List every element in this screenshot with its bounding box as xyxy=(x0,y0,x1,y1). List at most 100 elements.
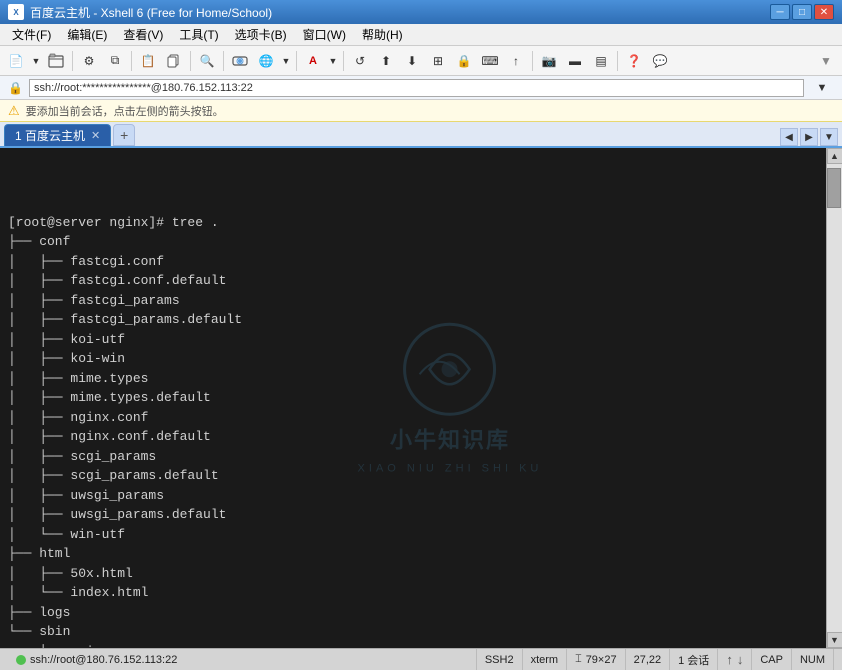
copy-button[interactable]: ⧉ xyxy=(103,49,127,73)
scrollbar-thumb[interactable] xyxy=(827,168,841,208)
tab-prev-button[interactable]: ◀ xyxy=(780,128,798,146)
status-position: 27,22 xyxy=(626,649,671,670)
terminal-line: │ ├── uwsgi_params.default xyxy=(8,505,818,525)
terminal-line: │ ├── fastcgi_params xyxy=(8,291,818,311)
tab-bar: 1 百度云主机 ✕ + ◀ ▶ ▼ xyxy=(0,122,842,148)
up-arrow-icon[interactable]: ↑ xyxy=(726,652,733,667)
status-cap-text: CAP xyxy=(760,654,783,666)
status-sessions-text: 1 会话 xyxy=(678,652,709,668)
download-button[interactable]: ⬇ xyxy=(400,49,424,73)
minimize-button[interactable]: ─ xyxy=(770,4,790,20)
down-arrow-icon[interactable]: ↓ xyxy=(737,652,744,667)
menu-view[interactable]: 查看(V) xyxy=(115,24,171,45)
toolbar-sep-2 xyxy=(131,51,132,71)
toolbar-sep-6 xyxy=(343,51,344,71)
copy2-button[interactable]: 📋 xyxy=(136,49,160,73)
terminal-line: ├── conf xyxy=(8,232,818,252)
menu-tabs[interactable]: 选项卡(B) xyxy=(227,24,295,45)
menu-tools[interactable]: 工具(T) xyxy=(171,24,226,45)
status-encoding-text: xterm xyxy=(531,654,559,666)
menu-window[interactable]: 窗口(W) xyxy=(295,24,354,45)
terminal-line: │ └── index.html xyxy=(8,583,818,603)
terminal-line: ├── html xyxy=(8,544,818,564)
status-protocol-text: SSH2 xyxy=(485,654,514,666)
terminal-line: ├── logs xyxy=(8,603,818,623)
tab-next-button[interactable]: ▶ xyxy=(800,128,818,146)
connect-icon xyxy=(232,53,248,69)
toolbar-sep-4 xyxy=(223,51,224,71)
chat-button[interactable]: 💬 xyxy=(648,49,672,73)
toolbar-end-button[interactable]: ▼ xyxy=(814,49,838,73)
log2-button[interactable]: ▤ xyxy=(589,49,613,73)
keyboard-button[interactable]: ⌨ xyxy=(478,49,502,73)
tab-add-button[interactable]: + xyxy=(113,124,135,146)
terminal-scrollbar: ▲ ▼ xyxy=(826,148,842,648)
menu-help[interactable]: 帮助(H) xyxy=(354,24,411,45)
properties-button[interactable]: ⚙ xyxy=(77,49,101,73)
globe-dropdown-arrow[interactable]: ▼ xyxy=(280,49,292,73)
toolbar-sep-3 xyxy=(190,51,191,71)
screenshot-button[interactable]: 📷 xyxy=(537,49,561,73)
toolbar-sep-7 xyxy=(532,51,533,71)
terminal-line: └── nginx xyxy=(8,642,818,649)
log-button[interactable]: ▬ xyxy=(563,49,587,73)
terminal[interactable]: 小牛知识库 XIAO NIU ZHI SHI KU [root@server n… xyxy=(0,148,826,648)
warning-icon: ⚠ xyxy=(8,103,20,119)
upload-button[interactable]: ⬆ xyxy=(374,49,398,73)
resize-button[interactable]: ⊞ xyxy=(426,49,450,73)
font-button[interactable]: A xyxy=(301,49,325,73)
toolbar-sep-1 xyxy=(72,51,73,71)
terminal-line: └── sbin xyxy=(8,622,818,642)
scrollbar-up-button[interactable]: ▲ xyxy=(827,148,842,164)
status-size-text: ⌶ xyxy=(575,654,582,666)
font-dropdown-arrow[interactable]: ▼ xyxy=(327,49,339,73)
tab-bar-nav: ◀ ▶ ▼ xyxy=(780,128,838,146)
address-bar: 🔒 ▼ xyxy=(0,76,842,100)
share-button[interactable]: ↑ xyxy=(504,49,528,73)
lock-icon: 🔒 xyxy=(8,81,23,95)
new-dropdown-arrow[interactable]: ▼ xyxy=(30,49,42,73)
terminal-line: │ ├── nginx.conf xyxy=(8,408,818,428)
status-connection: ssh://root@180.76.152.113:22 xyxy=(8,649,477,670)
terminal-line: │ ├── 50x.html xyxy=(8,564,818,584)
app-icon: X xyxy=(8,4,24,20)
new-dropdown[interactable]: ▼ xyxy=(30,49,42,73)
title-bar-buttons: ─ □ ✕ xyxy=(770,4,834,20)
scrollbar-track[interactable] xyxy=(827,164,842,632)
tab-close-button[interactable]: ✕ xyxy=(91,129,100,142)
tab-menu-button[interactable]: ▼ xyxy=(820,128,838,146)
tab-baidu-host[interactable]: 1 百度云主机 ✕ xyxy=(4,124,111,146)
new-session-button[interactable]: 📄 xyxy=(4,49,28,73)
menu-file[interactable]: 文件(F) xyxy=(4,24,59,45)
address-input[interactable] xyxy=(29,79,804,97)
refresh-button[interactable]: ↺ xyxy=(348,49,372,73)
info-bar-message: 要添加当前会话，点击左侧的箭头按钮。 xyxy=(26,103,224,119)
toolbar-sep-8 xyxy=(617,51,618,71)
tab-label: 1 百度云主机 xyxy=(15,127,85,144)
find-button[interactable]: 🔍 xyxy=(195,49,219,73)
toolbar-sep-5 xyxy=(296,51,297,71)
menu-edit[interactable]: 编辑(E) xyxy=(59,24,115,45)
maximize-button[interactable]: □ xyxy=(792,4,812,20)
lock-btn[interactable]: 🔒 xyxy=(452,49,476,73)
font-dropdown[interactable]: ▼ xyxy=(327,49,339,73)
open-button[interactable] xyxy=(44,49,68,73)
status-position-text: 27,22 xyxy=(634,654,662,666)
globe-dropdown[interactable]: ▼ xyxy=(280,49,292,73)
close-button[interactable]: ✕ xyxy=(814,4,834,20)
address-go-button[interactable]: ▼ xyxy=(810,76,834,100)
terminal-line: │ ├── uwsgi_params xyxy=(8,486,818,506)
terminal-line: │ ├── mime.types.default xyxy=(8,388,818,408)
title-bar: X 百度云主机 - Xshell 6 (Free for Home/School… xyxy=(0,0,842,24)
scrollbar-down-button[interactable]: ▼ xyxy=(827,632,842,648)
status-nav-arrows: ↑ ↓ xyxy=(718,649,752,670)
help-button[interactable]: ❓ xyxy=(622,49,646,73)
terminal-line: │ ├── mime.types xyxy=(8,369,818,389)
connect-button[interactable] xyxy=(228,49,252,73)
title-bar-title: 百度云主机 - Xshell 6 (Free for Home/School) xyxy=(30,4,272,21)
globe-button[interactable]: 🌐 xyxy=(254,49,278,73)
open-icon xyxy=(48,53,64,69)
paste-button[interactable] xyxy=(162,49,186,73)
title-bar-left: X 百度云主机 - Xshell 6 (Free for Home/School… xyxy=(8,4,272,21)
info-bar: ⚠ 要添加当前会话，点击左侧的箭头按钮。 xyxy=(0,100,842,122)
